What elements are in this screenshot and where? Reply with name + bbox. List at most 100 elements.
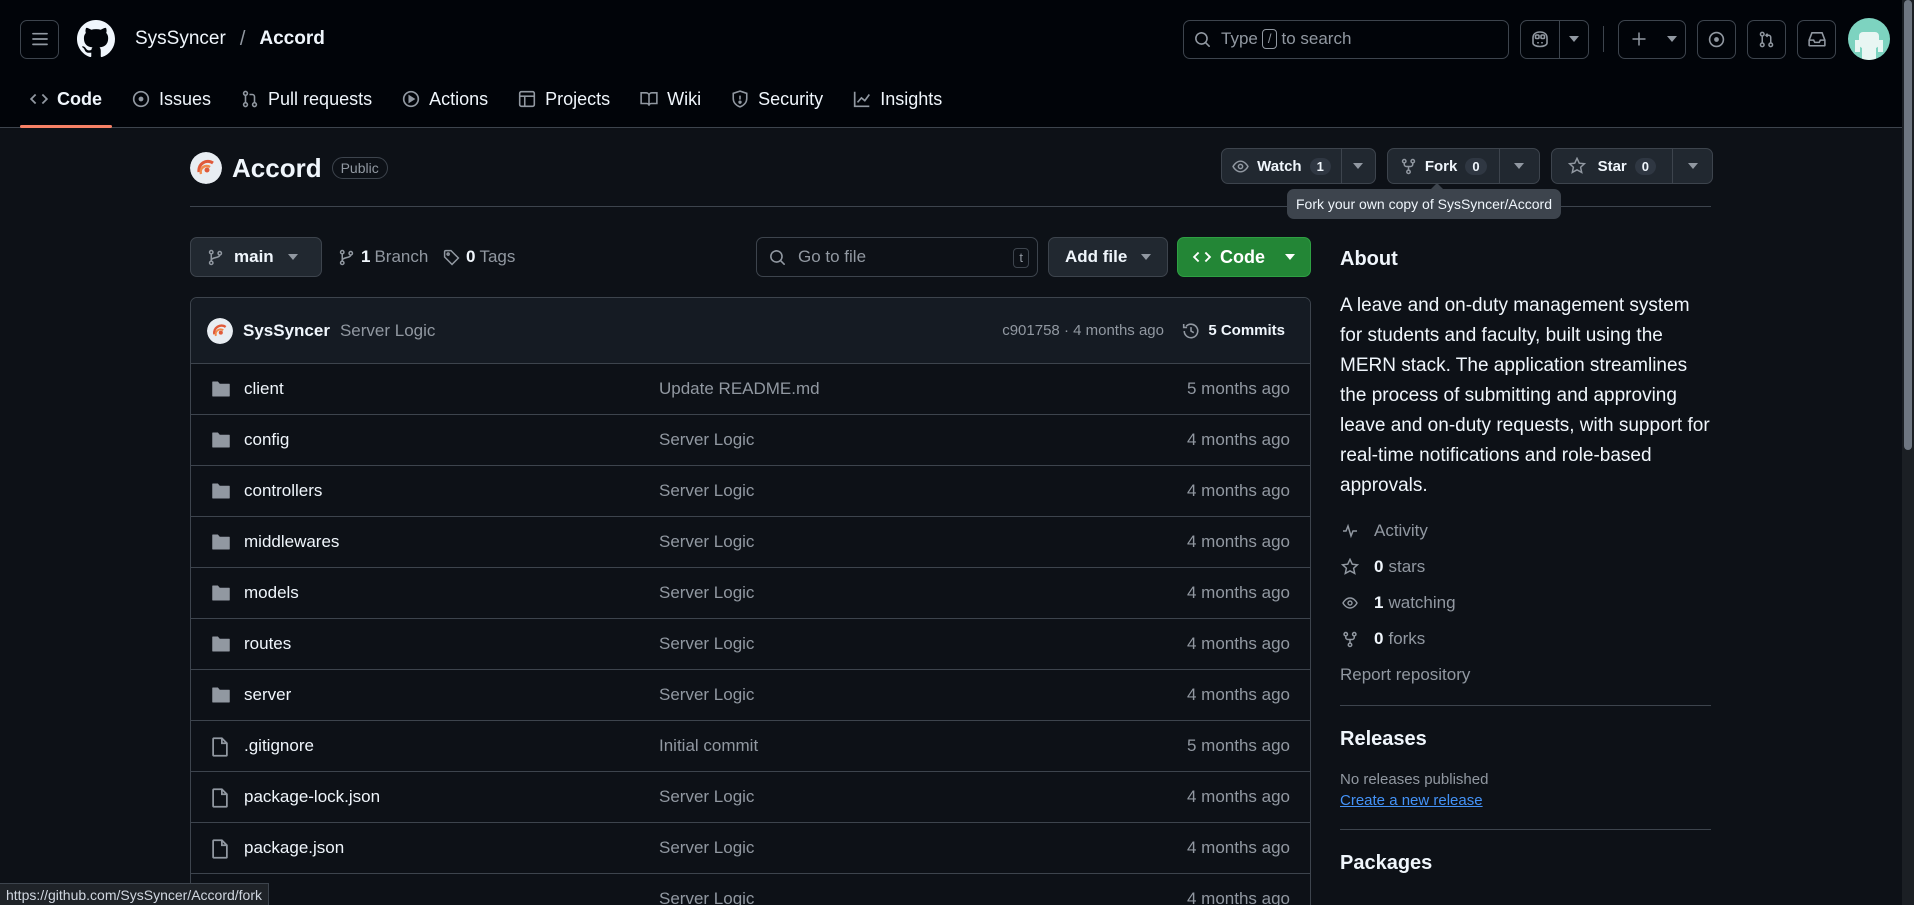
tab-wiki[interactable]: Wiki <box>630 78 711 120</box>
report-repository-link[interactable]: Report repository <box>1340 665 1711 685</box>
fork-label: Fork <box>1424 157 1458 175</box>
file-row[interactable]: models Server Logic 4 months ago <box>191 568 1310 619</box>
tag-label: Tags <box>479 247 516 266</box>
file-toolbar: main 1 Branch 0 Tags Go to file t Add fi… <box>190 237 1311 277</box>
fork-menu-button[interactable] <box>1498 149 1539 183</box>
file-row[interactable]: .gitignore Initial commit 5 months ago <box>191 721 1310 772</box>
breadcrumb-owner[interactable]: SysSyncer <box>135 28 226 50</box>
repo-owner-avatar[interactable] <box>190 152 222 184</box>
watch-button[interactable]: Watch 1 <box>1222 149 1341 183</box>
user-avatar[interactable] <box>1848 18 1890 60</box>
file-name[interactable]: config <box>244 430 289 450</box>
file-name[interactable]: .gitignore <box>244 736 314 756</box>
file-name[interactable]: client <box>244 379 284 399</box>
create-release-link[interactable]: Create a new release <box>1340 792 1711 809</box>
file-icon <box>212 737 228 757</box>
file-row[interactable]: package-lock.json Server Logic 4 months ag… <box>191 772 1310 823</box>
go-to-file-input[interactable]: Go to file t <box>756 237 1038 277</box>
releases-heading[interactable]: Releases <box>1340 728 1711 751</box>
file-name[interactable]: routes <box>244 634 291 654</box>
tab-issues[interactable]: Issues <box>122 78 221 120</box>
hamburger-menu-button[interactable] <box>20 19 59 59</box>
star-menu-button[interactable] <box>1672 149 1712 183</box>
tab-security[interactable]: Security <box>721 78 833 120</box>
file-name[interactable]: models <box>244 583 299 603</box>
commit-message[interactable]: Server Logic <box>340 321 435 341</box>
file-row[interactable]: package.json Server Logic 4 months ago <box>191 823 1310 874</box>
code-clone-button[interactable]: Code <box>1177 237 1311 277</box>
file-icon-wrapper <box>211 788 229 808</box>
copilot-menu-button[interactable] <box>1560 21 1588 58</box>
tab-security-label: Security <box>758 88 824 109</box>
commit-author[interactable]: SysSyncer <box>243 321 330 341</box>
inbox-button[interactable] <box>1797 19 1836 59</box>
file-name[interactable]: controllers <box>244 481 322 501</box>
file-commit-message[interactable]: Initial commit <box>659 736 758 756</box>
star-button-group: Star 0 <box>1550 148 1713 184</box>
file-commit-message[interactable]: Server Logic <box>659 430 754 450</box>
scrollbar-thumb[interactable] <box>1904 0 1912 450</box>
tab-insights[interactable]: Insights <box>843 78 952 120</box>
stars-link[interactable]: 0 stars <box>1340 549 1711 585</box>
tab-pull-requests[interactable]: Pull requests <box>231 78 382 120</box>
file-commit-message[interactable]: Server Logic <box>659 838 754 858</box>
folder-icon-wrapper <box>211 431 231 449</box>
add-file-button[interactable]: Add file <box>1048 237 1168 277</box>
file-row[interactable]: jsServer Logic4 months ago <box>191 874 1310 905</box>
file-row[interactable]: middlewares Server Logic 4 months ago <box>191 517 1310 568</box>
file-commit-time: 4 months ago <box>1186 787 1290 806</box>
file-commit-message[interactable]: Server Logic <box>659 532 754 552</box>
file-commit-message[interactable]: Server Logic <box>659 481 754 501</box>
file-commit-message[interactable]: Server Logic <box>659 634 754 654</box>
forks-label: forks <box>1388 629 1426 648</box>
watch-menu-button[interactable] <box>1340 149 1375 183</box>
file-row[interactable]: routes Server Logic 4 months ago <box>191 619 1310 670</box>
issues-shortcut-button[interactable] <box>1697 19 1736 59</box>
tags-link[interactable]: 0 Tags <box>443 237 515 277</box>
file-row[interactable]: config Server Logic 4 months ago <box>191 415 1310 466</box>
star-button[interactable]: Star 0 <box>1552 149 1672 183</box>
github-logo-icon[interactable] <box>77 20 115 58</box>
tab-actions[interactable]: Actions <box>392 78 498 120</box>
watch-label: Watch <box>1257 157 1302 175</box>
file-name[interactable]: package.json <box>244 838 344 858</box>
file-name[interactable]: middlewares <box>244 532 339 552</box>
global-search-input[interactable]: Type / to search <box>1183 19 1509 59</box>
sidebar-divider <box>1340 829 1711 830</box>
create-new-button[interactable] <box>1618 19 1686 59</box>
file-commit-message[interactable]: Server Logic <box>659 685 754 705</box>
packages-heading[interactable]: Packages <box>1340 852 1711 875</box>
pull-requests-shortcut-button[interactable] <box>1747 19 1786 59</box>
folder-icon-wrapper <box>211 380 231 398</box>
copilot-button[interactable] <box>1521 21 1559 58</box>
file-commit-message[interactable]: Update README.md <box>659 379 820 399</box>
file-row[interactable]: controllers Server Logic 4 months ago <box>191 466 1310 517</box>
commits-history-link[interactable]: 5 Commits <box>1182 322 1285 340</box>
watching-link[interactable]: 1 watching <box>1340 585 1711 621</box>
commit-hash-time[interactable]: c901758 · 4 months ago <box>1002 322 1164 339</box>
branch-select-button[interactable]: main <box>190 237 322 277</box>
file-row[interactable]: client Update README.md 5 months ago <box>191 364 1310 415</box>
file-name[interactable]: package-lock.json <box>244 787 380 807</box>
forks-link[interactable]: 0 forks <box>1340 621 1711 657</box>
commit-author-avatar[interactable] <box>207 317 233 344</box>
go-to-file-placeholder: Go to file <box>798 247 867 266</box>
file-commit-message[interactable]: Server Logic <box>659 787 754 807</box>
tab-pull-requests-label: Pull requests <box>268 88 373 109</box>
branches-link[interactable]: 1 Branch <box>338 237 428 277</box>
file-row[interactable]: server Server Logic 4 months ago <box>191 670 1310 721</box>
breadcrumb-repo[interactable]: Accord <box>259 28 324 50</box>
file-commit-message[interactable]: Server Logic <box>659 889 754 905</box>
tab-code[interactable]: Code <box>20 78 112 128</box>
triangle-down-icon <box>1353 163 1364 169</box>
activity-link[interactable]: Activity <box>1340 513 1711 549</box>
file-commit-message[interactable]: Server Logic <box>659 583 754 603</box>
page-scrollbar[interactable] <box>1902 0 1914 905</box>
file-icon <box>212 788 228 808</box>
fork-button[interactable]: Fork 0 <box>1388 149 1499 183</box>
repo-name[interactable]: Accord <box>232 153 322 184</box>
tab-projects[interactable]: Projects <box>508 78 620 120</box>
tag-icon <box>443 249 460 265</box>
triangle-down-icon <box>1667 36 1677 42</box>
file-name[interactable]: server <box>244 685 291 705</box>
